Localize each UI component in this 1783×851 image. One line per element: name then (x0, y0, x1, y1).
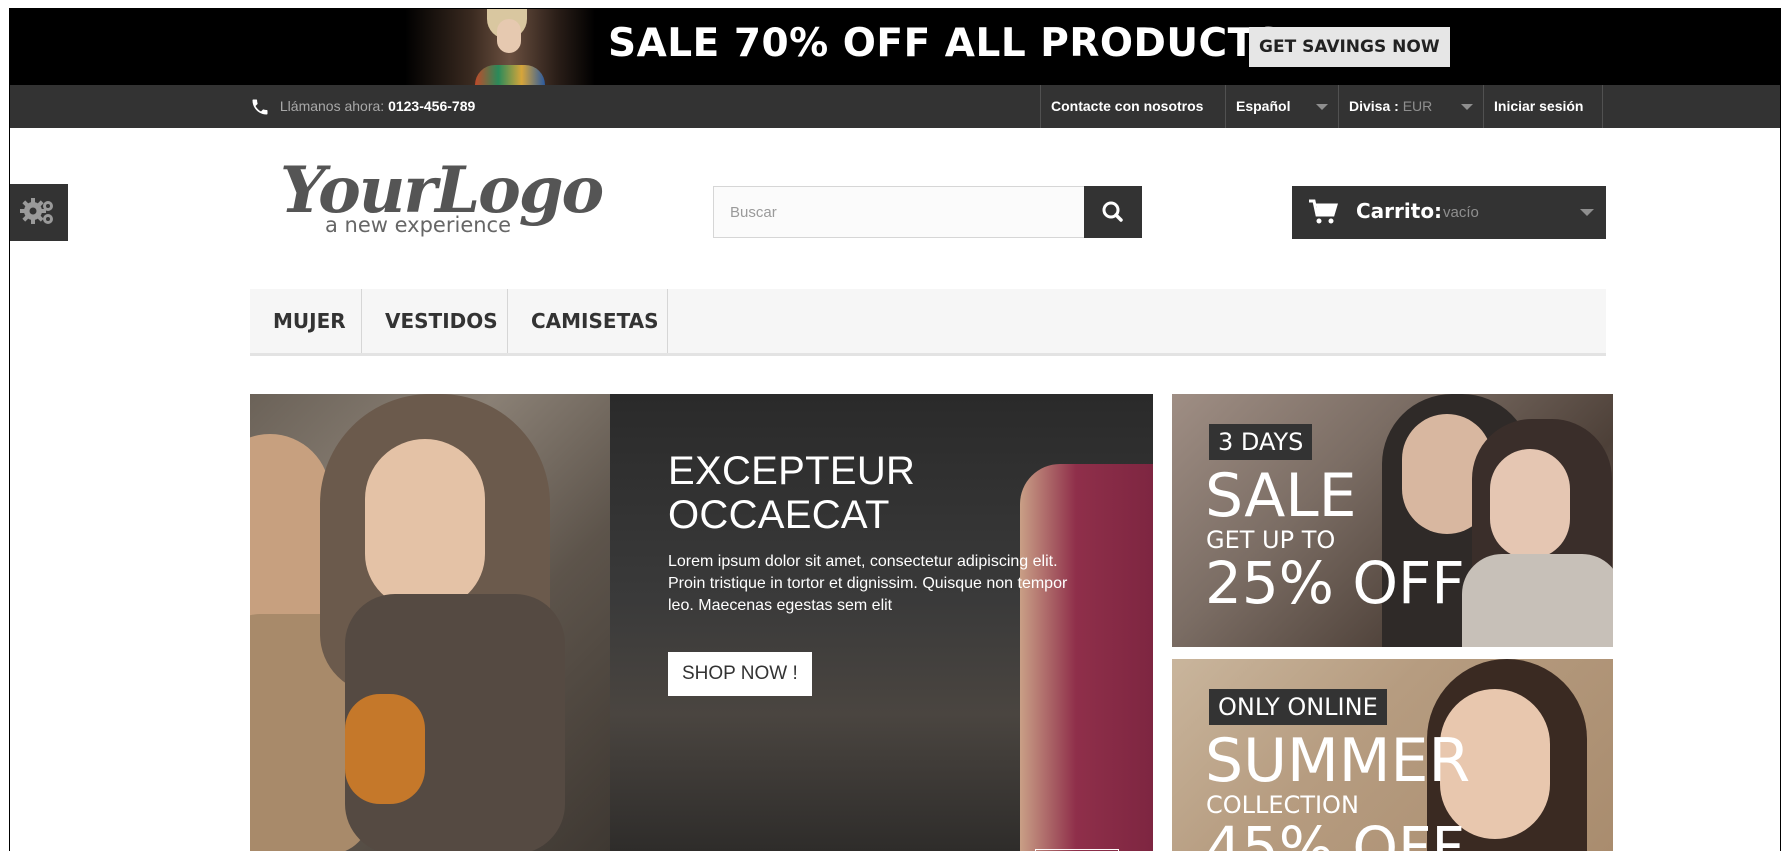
banner-tag: ONLY ONLINE (1209, 689, 1387, 725)
main-menu: MUJER VESTIDOS CAMISETAS (250, 289, 1606, 356)
get-savings-button[interactable]: GET SAVINGS NOW (1249, 27, 1450, 67)
banner-discount: 45% OFF (1205, 814, 1465, 851)
contact-link[interactable]: Contacte con nosotros (1040, 85, 1225, 128)
theme-settings-toggle[interactable] (10, 184, 68, 241)
site-logo[interactable]: YourLogo a new experience (280, 153, 620, 253)
menu-item-mujer[interactable]: MUJER (250, 289, 362, 353)
shop-now-button[interactable]: SHOP NOW ! (668, 652, 812, 696)
menu-item-vestidos[interactable]: VESTIDOS (362, 289, 508, 353)
chevron-down-icon (1580, 209, 1594, 216)
currency-label: Divisa : (1349, 98, 1399, 114)
menu-item-camisetas[interactable]: CAMISETAS (508, 289, 668, 353)
language-value: Español (1236, 98, 1291, 114)
promo-headline: SALE 70% OFF ALL PRODUCTS (608, 21, 1284, 66)
top-nav-bar: Llámanos ahora: 0123-456-789 Contacte co… (10, 85, 1780, 128)
currency-selector[interactable]: Divisa : EUR (1338, 85, 1483, 128)
promo-model-photo (405, 9, 595, 85)
login-link[interactable]: Iniciar sesión (1483, 85, 1603, 128)
cart-button[interactable]: Carrito: vacío (1292, 186, 1606, 239)
language-selector[interactable]: Español (1225, 85, 1338, 128)
slider-title: EXCEPTEUR OCCAECAT (668, 449, 916, 537)
cart-label: Carrito: (1356, 199, 1443, 223)
phone-icon (252, 99, 268, 115)
search-icon (1102, 201, 1123, 222)
promo-banner-summer[interactable]: ONLY ONLINE SUMMER COLLECTION 45% OFF (1172, 659, 1613, 851)
phone-number: 0123-456-789 (388, 98, 476, 114)
gear-icon (20, 198, 53, 224)
chevron-down-icon (1316, 104, 1328, 110)
search-input[interactable] (713, 186, 1085, 238)
promo-banner[interactable]: SALE 70% OFF ALL PRODUCTS GET SAVINGS NO… (10, 9, 1780, 85)
banner-discount: 25% OFF (1205, 549, 1465, 617)
chevron-down-icon (1461, 104, 1473, 110)
currency-value: EUR (1402, 98, 1433, 114)
logo-tagline: a new experience (325, 213, 512, 237)
banner-tag: 3 DAYS (1209, 424, 1313, 460)
banner-headline: SALE (1205, 461, 1357, 531)
slider-photo (250, 394, 610, 851)
slider-text: Lorem ipsum dolor sit amet, consectetur … (668, 553, 1068, 614)
search-button[interactable] (1084, 186, 1142, 238)
cart-status: vacío (1443, 204, 1479, 221)
cart-icon (1309, 199, 1338, 224)
hero-slider[interactable]: EXCEPTEUR OCCAECAT Lorem ipsum dolor sit… (250, 394, 1153, 851)
page-frame: SALE 70% OFF ALL PRODUCTS GET SAVINGS NO… (9, 8, 1781, 851)
call-label: Llámanos ahora: (279, 98, 385, 114)
promo-banner-sale[interactable]: 3 DAYS SALE GET UP TO 25% OFF (1172, 394, 1613, 647)
banner-headline: SUMMER (1205, 726, 1471, 796)
call-us: Llámanos ahora: 0123-456-789 (250, 85, 475, 128)
